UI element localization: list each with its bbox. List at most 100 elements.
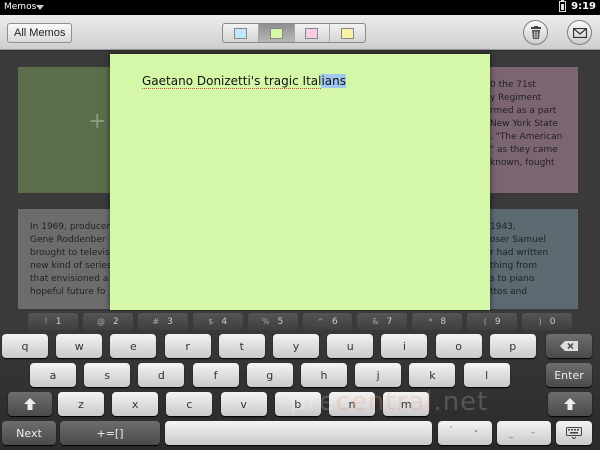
number-key[interactable]: ) 0 (522, 313, 573, 330)
number-key[interactable]: #3 (137, 313, 188, 330)
key-o[interactable]: o (435, 334, 482, 358)
plus-icon: + (88, 109, 107, 134)
key-row-2: Enter asdfghjkl (0, 363, 600, 389)
enter-key[interactable]: Enter (546, 363, 592, 387)
key-l[interactable]: l (463, 363, 510, 387)
hide-keyboard-key[interactable] (556, 421, 592, 445)
memo-tile-line: 0 the 71st (490, 80, 536, 90)
app-menu-label[interactable]: Memos (4, 2, 36, 12)
number-key[interactable]: ! 1 (28, 313, 78, 330)
memo-tile-line: rmed as a part (490, 106, 557, 116)
shift-icon (24, 398, 36, 410)
key-x[interactable]: x (112, 392, 159, 416)
key-m[interactable]: m (383, 392, 430, 416)
color-swatch-pink[interactable] (295, 24, 331, 42)
memo-tile-line: new kind of series (30, 261, 112, 271)
color-swatch-yellow[interactable] (330, 24, 365, 42)
apostrophe-key[interactable]: ' " (438, 421, 492, 445)
key-k[interactable]: k (409, 363, 456, 387)
key-v[interactable]: v (220, 392, 267, 416)
envelope-icon (572, 27, 587, 38)
memo-tile-line: hopeful future fo (30, 287, 106, 297)
status-bar: Memos 9:19 (0, 0, 600, 15)
number-key[interactable]: (9 (467, 313, 518, 330)
symbols-key[interactable]: +=[] (60, 421, 160, 445)
memo-tile-line: y Regiment (490, 93, 542, 103)
delete-button[interactable] (523, 20, 548, 45)
key-c[interactable]: c (166, 392, 213, 416)
battery-icon (559, 0, 567, 12)
memo-tile-line: thing from (490, 261, 537, 271)
memo-tile-line: " as they came (490, 145, 558, 155)
shift-key-left[interactable] (8, 392, 52, 416)
number-key[interactable]: & 7 (357, 313, 408, 330)
key-i[interactable]: i (381, 334, 428, 358)
key-b[interactable]: b (274, 392, 321, 416)
key-row-3: zxcvbnm (0, 392, 600, 418)
color-swatch-group (222, 23, 366, 43)
backspace-key[interactable] (546, 334, 592, 358)
memo-tile-line: ttos and (490, 287, 528, 297)
memo-tile-line: Gene Roddenber (30, 235, 106, 245)
dash-key[interactable]: _ – (497, 421, 551, 445)
memo-tile-line: New York State (490, 119, 558, 129)
key-z[interactable]: z (58, 392, 104, 416)
swatch-chip (269, 27, 283, 39)
number-key[interactable]: * 8 (412, 313, 463, 330)
shift-icon (564, 398, 576, 410)
key-g[interactable]: g (246, 363, 293, 387)
key-w[interactable]: w (56, 334, 103, 358)
key-s[interactable]: s (84, 363, 131, 387)
app-menu-caret-icon[interactable] (36, 5, 44, 10)
memo-tile-line: r had written (490, 248, 549, 258)
swatch-chip (305, 27, 319, 39)
key-j[interactable]: j (355, 363, 402, 387)
clock: 9:19 (571, 1, 596, 12)
key-a[interactable]: a (30, 363, 76, 387)
memo-tile-line: that envisioned a (30, 274, 109, 284)
next-key[interactable]: Next (2, 421, 56, 445)
email-button[interactable] (567, 20, 592, 45)
keyboard-hide-icon (566, 427, 582, 439)
memo-tile-line: 1943, (490, 222, 516, 232)
key-e[interactable]: e (110, 334, 157, 358)
key-q[interactable]: q (2, 334, 48, 358)
key-t[interactable]: t (218, 334, 265, 358)
key-y[interactable]: y (273, 334, 319, 358)
memo-text-area[interactable]: Gaetano Donizetti's tragic Italians (142, 74, 347, 89)
space-bar[interactable] (165, 421, 432, 445)
color-swatch-blue[interactable] (223, 24, 259, 42)
shift-key-right[interactable] (548, 392, 592, 416)
number-key[interactable]: @2 (82, 313, 133, 330)
key-f[interactable]: f (192, 363, 239, 387)
active-memo[interactable]: Gaetano Donizetti's tragic Italians (110, 54, 490, 310)
key-h[interactable]: h (301, 363, 347, 387)
backspace-icon (560, 341, 578, 351)
swatch-chip (233, 27, 247, 39)
all-memos-button[interactable]: All Memos (7, 23, 73, 43)
memo-tile[interactable]: 1943, oser Samuel r had written thing from s… (482, 209, 578, 309)
number-key[interactable]: $4 (192, 313, 243, 330)
number-key[interactable]: ^ 6 (302, 313, 353, 330)
virtual-keyboard: ! 1 @2 #3 $4% 5 ^ 6 & 7 * 8(9) 0 qwertyuiop Enter as… (0, 311, 600, 450)
toolbar: All Memos (0, 15, 600, 50)
memo-text: Gaetano Donizetti's tragic Ital (142, 74, 322, 89)
key-u[interactable]: u (327, 334, 374, 358)
memo-tile-line: In 1969, producer (30, 222, 111, 232)
memo-tile-line: brought to televis (30, 248, 110, 258)
number-row: ! 1 @2 #3 $4% 5 ^ 6 & 7 * 8(9) 0 (0, 311, 600, 332)
key-n[interactable]: n (329, 392, 375, 416)
memo-tile-line: . "The American (490, 132, 563, 142)
swatch-chip (341, 27, 355, 39)
memo-selected-text: ians (321, 74, 347, 88)
key-row-1: qwertyuiop (0, 334, 600, 360)
key-d[interactable]: d (138, 363, 185, 387)
memo-tile[interactable]: 0 the 71st y Regiment rmed as a part New Yo… (482, 67, 578, 193)
key-row-4: Next +=[] ' " _ – (0, 421, 600, 447)
key-r[interactable]: r (164, 334, 211, 358)
color-swatch-green[interactable] (258, 24, 295, 42)
memo-tile-line: oser Samuel (490, 235, 547, 245)
number-key[interactable]: % 5 (247, 313, 298, 330)
memo-tile-line: s to piano (490, 274, 535, 284)
key-p[interactable]: p (489, 334, 536, 358)
